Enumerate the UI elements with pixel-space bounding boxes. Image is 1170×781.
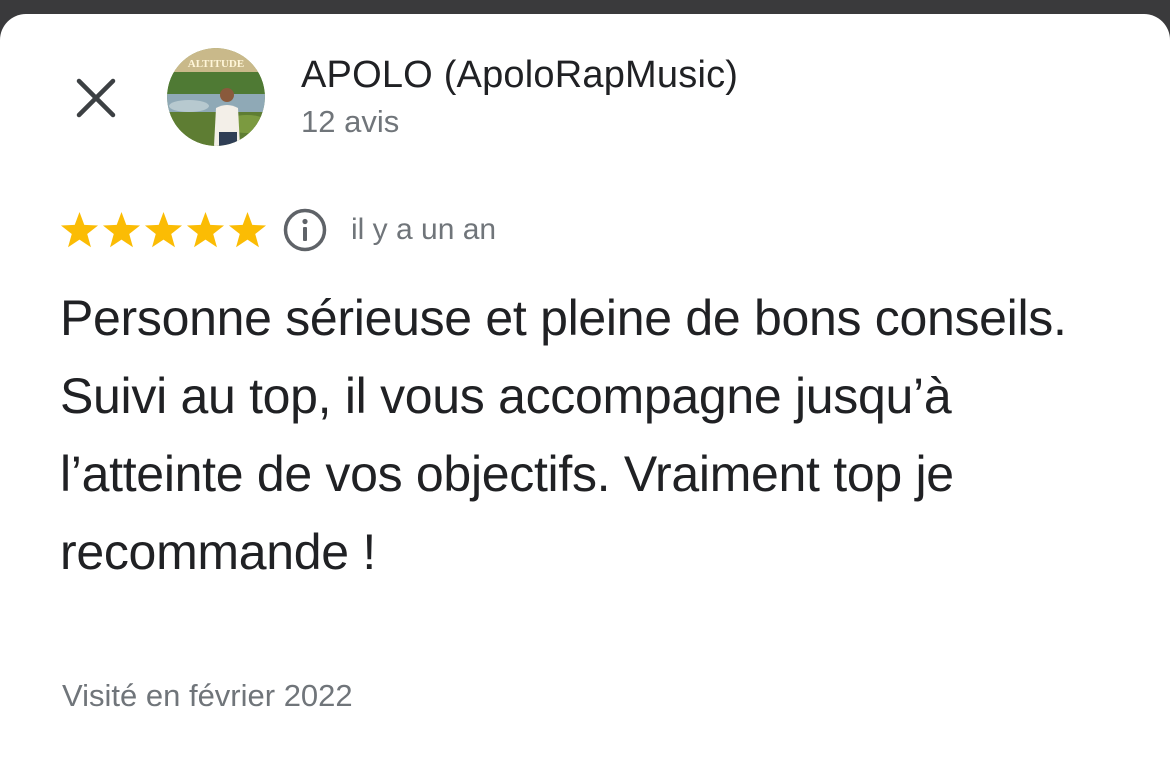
review-text: Personne sérieuse et pleine de bons cons…	[60, 290, 1067, 580]
review-sheet: ALTITUDE APOLO (ApoloRapMusic) 12 avis i…	[0, 14, 1170, 781]
close-icon	[76, 78, 116, 118]
svg-text:ALTITUDE: ALTITUDE	[188, 58, 244, 70]
close-button[interactable]	[68, 70, 124, 126]
star-rating	[60, 211, 267, 250]
star-icon	[186, 211, 225, 247]
review-count: 12 avis	[301, 104, 400, 139]
star-icon	[102, 211, 141, 247]
review-time: il y a un an	[351, 213, 497, 246]
rating-row: il y a un an	[60, 198, 496, 262]
avatar-image: ALTITUDE	[167, 48, 265, 146]
info-button[interactable]	[281, 206, 329, 254]
author-avatar[interactable]: ALTITUDE	[167, 48, 265, 146]
star-icon	[60, 211, 99, 247]
star-icon	[144, 211, 183, 247]
author-name[interactable]: APOLO (ApoloRapMusic)	[301, 54, 738, 97]
visit-date: Visité en février 2022	[62, 678, 353, 713]
info-icon	[283, 208, 327, 252]
star-icon	[228, 211, 267, 247]
